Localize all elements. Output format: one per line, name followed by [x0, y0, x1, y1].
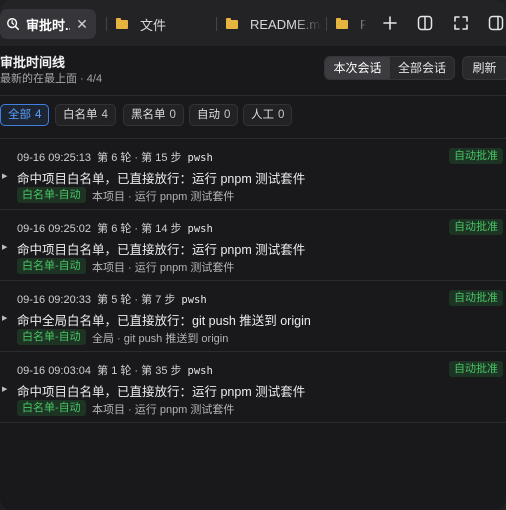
expand-caret-icon[interactable]: ▶: [2, 385, 7, 393]
tab-label: README.md: [250, 16, 322, 32]
tab-r[interactable]: R: [336, 9, 366, 39]
fullscreen-icon[interactable]: [452, 14, 470, 32]
entry-summary: 命中全局白名单，已直接放行：git push 推送到 origin: [17, 314, 311, 328]
tab-readme[interactable]: README.md: [226, 9, 322, 39]
status-badge: 自动批准: [449, 219, 503, 235]
tab-divider: [326, 17, 327, 31]
timeline-header: 审批时间线 最新的在最上面 · 4/4 本次会话 全部会话 刷新: [0, 46, 506, 96]
tab-divider: [216, 17, 217, 31]
split-view-icon[interactable]: [416, 14, 434, 32]
history-icon: [7, 18, 20, 31]
folder-icon: [226, 17, 238, 29]
filter-blacklist[interactable]: 黑名单 0: [123, 104, 184, 126]
list-item[interactable]: 09-16 09:25:02 第 6 轮 · 第 14 步 pwsh 自动批准 ▶…: [0, 209, 506, 280]
sidebar-toggle-icon[interactable]: [487, 14, 505, 32]
entry-detail: 本项目 · 运行 pnpm 测试套件: [92, 262, 235, 274]
tab-label: R: [360, 16, 366, 32]
current-session-button[interactable]: 本次会话: [325, 57, 390, 79]
filter-whitelist[interactable]: 白名单 4: [55, 104, 116, 126]
entry-summary: 命中项目白名单，已直接放行：运行 pnpm 测试套件: [17, 243, 306, 257]
folder-icon: [336, 17, 348, 29]
filter-manual[interactable]: 人工 0: [243, 104, 293, 126]
filter-auto[interactable]: 自动 0: [189, 104, 239, 126]
rule-tag: 白名单-自动: [17, 329, 86, 345]
rule-tag: 白名单-自动: [17, 187, 86, 203]
command-name: pwsh: [181, 294, 207, 306]
folder-icon: [116, 17, 128, 29]
status-badge: 自动批准: [449, 290, 503, 306]
app-window: 审批时... ✕ 文件 README.md R: [0, 0, 506, 510]
rule-tag: 白名单-自动: [17, 258, 86, 274]
entry-meta: 09-16 09:20:33 第 5 轮 · 第 7 步 pwsh: [17, 294, 207, 306]
entry-detail: 本项目 · 运行 pnpm 测试套件: [92, 191, 235, 203]
page-title: 审批时间线: [0, 55, 66, 70]
expand-caret-icon[interactable]: ▶: [2, 243, 7, 251]
entry-detail: 全局 · git push 推送到 origin: [92, 333, 229, 345]
list-item[interactable]: 09-16 09:20:33 第 5 轮 · 第 7 步 pwsh 自动批准 ▶ …: [0, 280, 506, 351]
tab-label: 审批时...: [26, 17, 70, 33]
refresh-button[interactable]: 刷新: [462, 56, 506, 80]
tab-files[interactable]: 文件: [116, 9, 206, 39]
list-item[interactable]: 09-16 09:25:13 第 6 轮 · 第 15 步 pwsh 自动批准 ▶…: [0, 138, 506, 209]
entry-summary: 命中项目白名单，已直接放行：运行 pnpm 测试套件: [17, 172, 306, 186]
all-sessions-button[interactable]: 全部会话: [390, 57, 454, 79]
session-scope-toggle: 本次会话 全部会话: [324, 56, 455, 80]
list-item[interactable]: 09-16 09:03:04 第 1 轮 · 第 35 步 pwsh 自动批准 ▶…: [0, 351, 506, 422]
entry-meta: 09-16 09:25:13 第 6 轮 · 第 15 步 pwsh: [17, 152, 213, 164]
entry-detail: 本项目 · 运行 pnpm 测试套件: [92, 404, 235, 416]
entry-meta: 09-16 09:25:02 第 6 轮 · 第 14 步 pwsh: [17, 223, 213, 235]
tab-divider: [106, 17, 107, 31]
command-name: pwsh: [187, 223, 213, 235]
tab-approval-timeline[interactable]: 审批时... ✕: [0, 9, 96, 39]
expand-caret-icon[interactable]: ▶: [2, 172, 7, 180]
list-divider: [0, 422, 506, 423]
tab-bar: 审批时... ✕ 文件 README.md R: [0, 0, 506, 46]
expand-caret-icon[interactable]: ▶: [2, 314, 7, 322]
status-badge: 自动批准: [449, 148, 503, 164]
rule-tag: 白名单-自动: [17, 400, 86, 416]
plus-icon[interactable]: [381, 14, 399, 32]
status-badge: 自动批准: [449, 361, 503, 377]
entry-meta: 09-16 09:03:04 第 1 轮 · 第 35 步 pwsh: [17, 365, 213, 377]
page-subtitle: 最新的在最上面 · 4/4: [0, 73, 103, 85]
close-icon[interactable]: ✕: [76, 16, 88, 33]
entry-summary: 命中项目白名单，已直接放行：运行 pnpm 测试套件: [17, 385, 306, 399]
command-name: pwsh: [187, 365, 213, 377]
tab-label: 文件: [140, 17, 167, 33]
command-name: pwsh: [187, 152, 213, 164]
filter-all[interactable]: 全部 4: [0, 104, 50, 126]
